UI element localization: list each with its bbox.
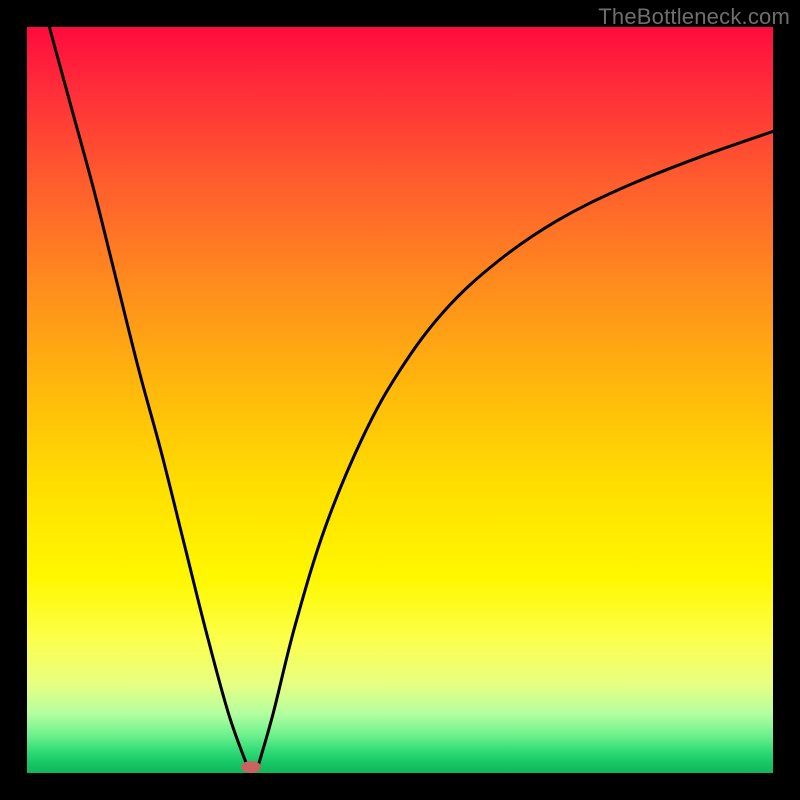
bottleneck-curve [27,27,773,773]
curve-right-branch [258,131,773,765]
chart-frame: TheBottleneck.com [0,0,800,800]
optimum-marker [241,761,261,773]
plot-area [27,27,773,773]
curve-left-branch [49,27,247,766]
watermark-text: TheBottleneck.com [598,4,790,30]
